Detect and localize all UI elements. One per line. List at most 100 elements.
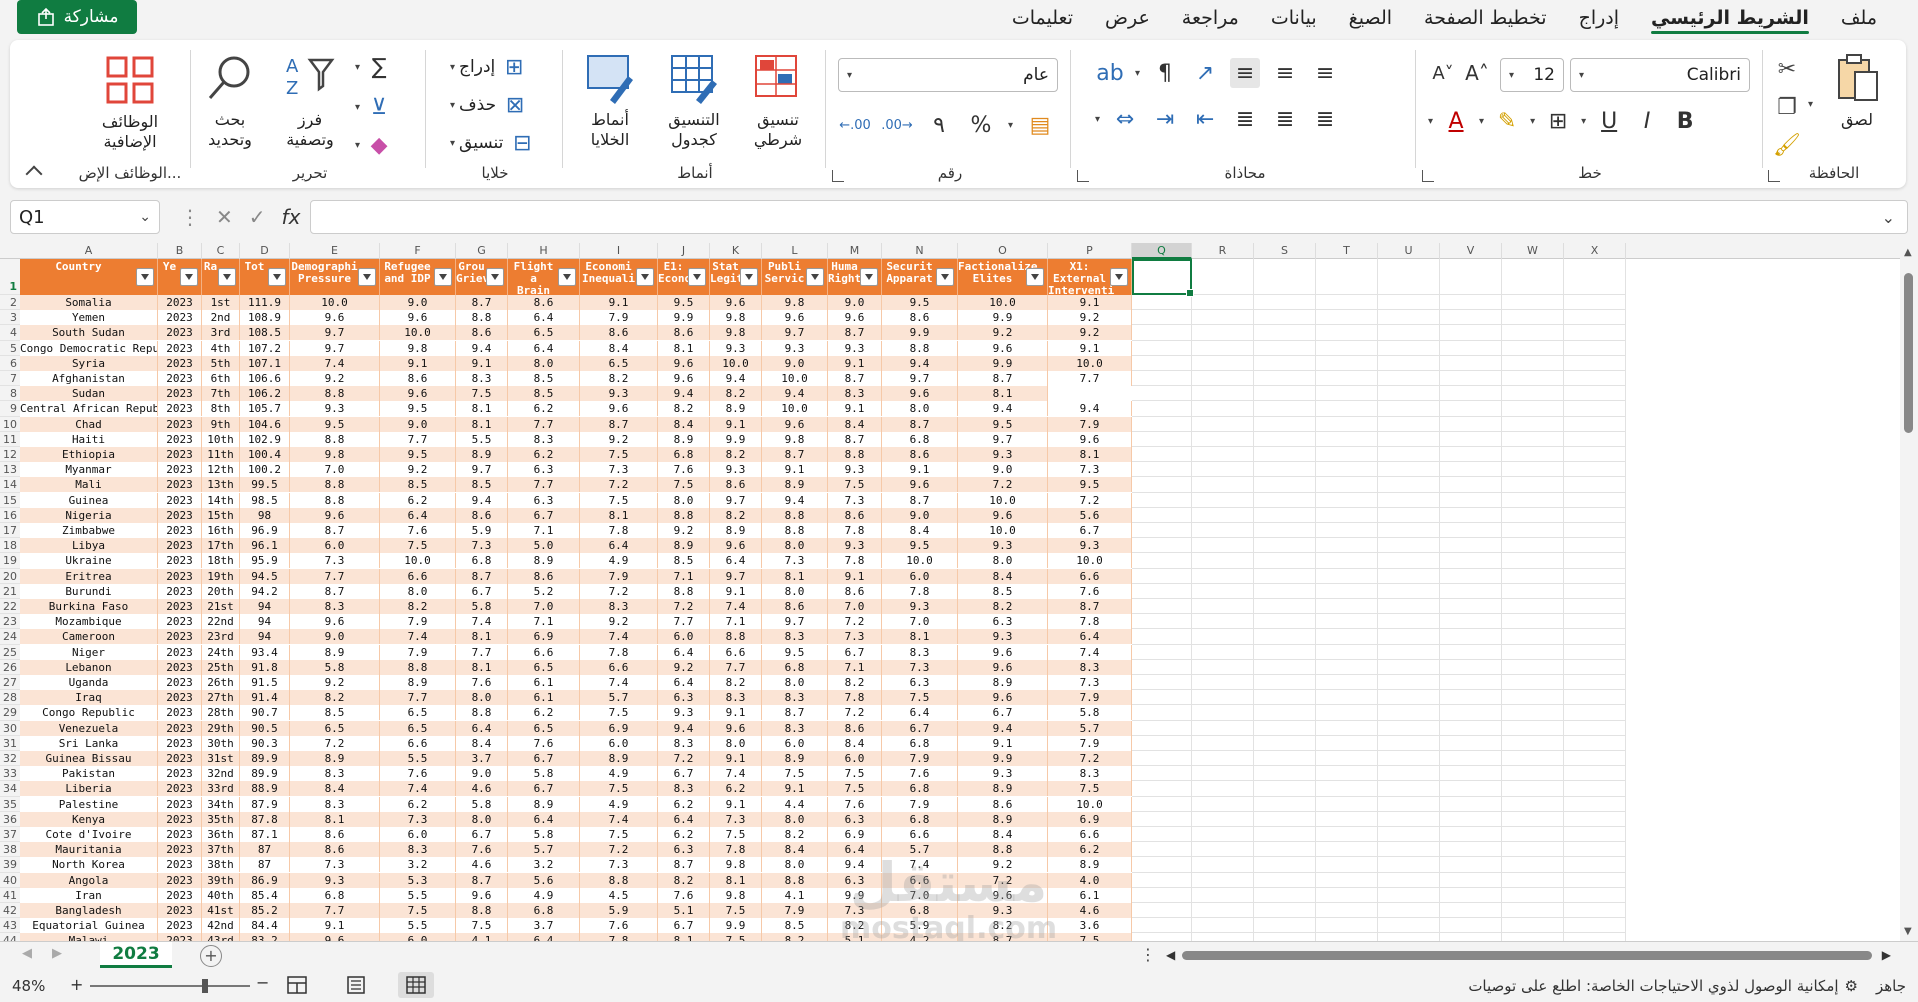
- filter-dropdown-icon[interactable]: [860, 268, 878, 286]
- empty-cell[interactable]: [1440, 325, 1502, 341]
- empty-cell[interactable]: [1378, 857, 1440, 873]
- table-cell[interactable]: 9.6: [882, 386, 958, 402]
- table-cell[interactable]: 7.5: [658, 477, 710, 493]
- table-cell[interactable]: 8.7: [882, 492, 958, 508]
- table-cell[interactable]: 6.8: [882, 903, 958, 918]
- empty-cell[interactable]: [1132, 887, 1192, 903]
- table-cell[interactable]: 6.0: [290, 538, 380, 554]
- empty-cell[interactable]: [1316, 644, 1378, 660]
- empty-cell[interactable]: [1564, 629, 1626, 645]
- table-cell[interactable]: 8.4: [658, 416, 710, 432]
- empty-cell[interactable]: [1254, 492, 1316, 508]
- table-cell[interactable]: 7.5: [1048, 781, 1132, 797]
- table-cell[interactable]: 6.6: [508, 644, 580, 660]
- table-cell[interactable]: 8.2: [958, 918, 1048, 934]
- table-cell[interactable]: 6.0: [882, 568, 958, 584]
- empty-cell[interactable]: [1564, 568, 1626, 584]
- table-cell[interactable]: 2023: [158, 887, 202, 903]
- table-cell[interactable]: Mali: [20, 477, 158, 493]
- empty-cell[interactable]: [1440, 371, 1502, 387]
- empty-cell[interactable]: [1564, 538, 1626, 554]
- clear-button[interactable]: ▾ ◆: [355, 130, 394, 160]
- table-cell[interactable]: 7.4: [456, 614, 508, 630]
- empty-cell[interactable]: [1316, 507, 1378, 523]
- empty-cell[interactable]: [1254, 659, 1316, 675]
- empty-cell[interactable]: [1192, 340, 1254, 356]
- table-cell[interactable]: 7.9: [380, 644, 456, 660]
- empty-cell[interactable]: [1502, 796, 1564, 812]
- row-header[interactable]: 9: [0, 401, 20, 417]
- empty-cell[interactable]: [1254, 735, 1316, 751]
- table-cell[interactable]: 8.6: [456, 325, 508, 341]
- table-cell[interactable]: 7.4: [580, 675, 658, 690]
- table-cell[interactable]: 9.2: [580, 431, 658, 447]
- empty-cell[interactable]: [1132, 371, 1192, 387]
- empty-cell[interactable]: [1316, 781, 1378, 797]
- table-cell[interactable]: 9.0: [828, 295, 882, 310]
- empty-cell[interactable]: [1564, 462, 1626, 478]
- table-cell[interactable]: 7.0: [882, 614, 958, 630]
- empty-cell[interactable]: [1192, 325, 1254, 341]
- row-header[interactable]: 23: [0, 614, 20, 630]
- empty-cell[interactable]: [1316, 933, 1378, 941]
- table-cell[interactable]: 6.7: [658, 766, 710, 782]
- table-cell[interactable]: 9.6: [762, 310, 828, 326]
- table-cell[interactable]: 9.1: [828, 568, 882, 584]
- table-cell[interactable]: 7.7: [658, 614, 710, 630]
- empty-cell[interactable]: [1132, 751, 1192, 767]
- number-format-dropdown[interactable]: ▾ عام: [838, 58, 1058, 92]
- table-cell[interactable]: 5.8: [508, 766, 580, 782]
- table-cell[interactable]: 9.6: [882, 477, 958, 493]
- table-cell[interactable]: 9.9: [710, 918, 762, 934]
- table-cell[interactable]: 41st: [202, 903, 240, 918]
- table-cell[interactable]: 8.8: [958, 842, 1048, 858]
- table-cell[interactable]: 30th: [202, 735, 240, 751]
- column-header-E[interactable]: E: [290, 243, 380, 259]
- row-header[interactable]: 37: [0, 827, 20, 843]
- table-cell[interactable]: 8.9: [508, 796, 580, 812]
- table-cell[interactable]: 9.1: [710, 751, 762, 766]
- table-cell[interactable]: 9.6: [380, 310, 456, 326]
- scroll-down-icon[interactable]: ▼: [1904, 926, 1912, 937]
- table-cell[interactable]: 8.6: [658, 325, 710, 341]
- filter-dropdown-icon[interactable]: [218, 268, 236, 286]
- table-cell[interactable]: 6.4: [508, 340, 580, 356]
- empty-cell[interactable]: [1316, 447, 1378, 463]
- row-header[interactable]: 1: [0, 259, 20, 295]
- table-cell[interactable]: 7.3: [580, 462, 658, 478]
- table-cell[interactable]: 7.8: [828, 690, 882, 706]
- empty-cell[interactable]: [1502, 401, 1564, 417]
- table-cell[interactable]: 5.0: [508, 538, 580, 554]
- empty-cell[interactable]: [1316, 599, 1378, 615]
- expand-formula-bar-icon[interactable]: ⌄: [1882, 208, 1895, 227]
- empty-cell[interactable]: [1564, 903, 1626, 919]
- table-cell[interactable]: 89.9: [240, 766, 290, 782]
- empty-cell[interactable]: [1192, 492, 1254, 508]
- table-cell[interactable]: 10.0: [380, 553, 456, 569]
- table-cell[interactable]: 6.3: [882, 675, 958, 690]
- table-cell[interactable]: 7.5: [828, 477, 882, 493]
- row-header[interactable]: 29: [0, 705, 20, 721]
- table-cell[interactable]: 7.9: [1048, 416, 1132, 432]
- table-header-cell[interactable]: Factionalize Elites: [958, 259, 1048, 295]
- table-cell[interactable]: 7.0: [882, 887, 958, 903]
- table-cell[interactable]: 2023: [158, 386, 202, 402]
- row-header[interactable]: 2: [0, 295, 20, 311]
- empty-cell[interactable]: [1502, 538, 1564, 554]
- table-cell[interactable]: 8.2: [710, 507, 762, 523]
- table-cell[interactable]: 9.3: [958, 766, 1048, 782]
- table-cell[interactable]: 8.1: [290, 811, 380, 827]
- empty-cell[interactable]: [1192, 295, 1254, 311]
- empty-cell[interactable]: [1254, 872, 1316, 888]
- table-cell[interactable]: 6.8: [882, 431, 958, 447]
- tab-insert[interactable]: إدراج: [1563, 0, 1635, 38]
- table-cell[interactable]: 9.3: [290, 401, 380, 417]
- empty-cell[interactable]: [1254, 675, 1316, 691]
- table-cell[interactable]: 9.2: [580, 614, 658, 630]
- table-cell[interactable]: 7.6: [1048, 583, 1132, 599]
- table-cell[interactable]: 10.0: [710, 355, 762, 371]
- empty-cell[interactable]: [1254, 705, 1316, 721]
- empty-cell[interactable]: [1132, 416, 1192, 432]
- empty-cell[interactable]: [1316, 259, 1378, 295]
- table-cell[interactable]: 8.7: [290, 583, 380, 599]
